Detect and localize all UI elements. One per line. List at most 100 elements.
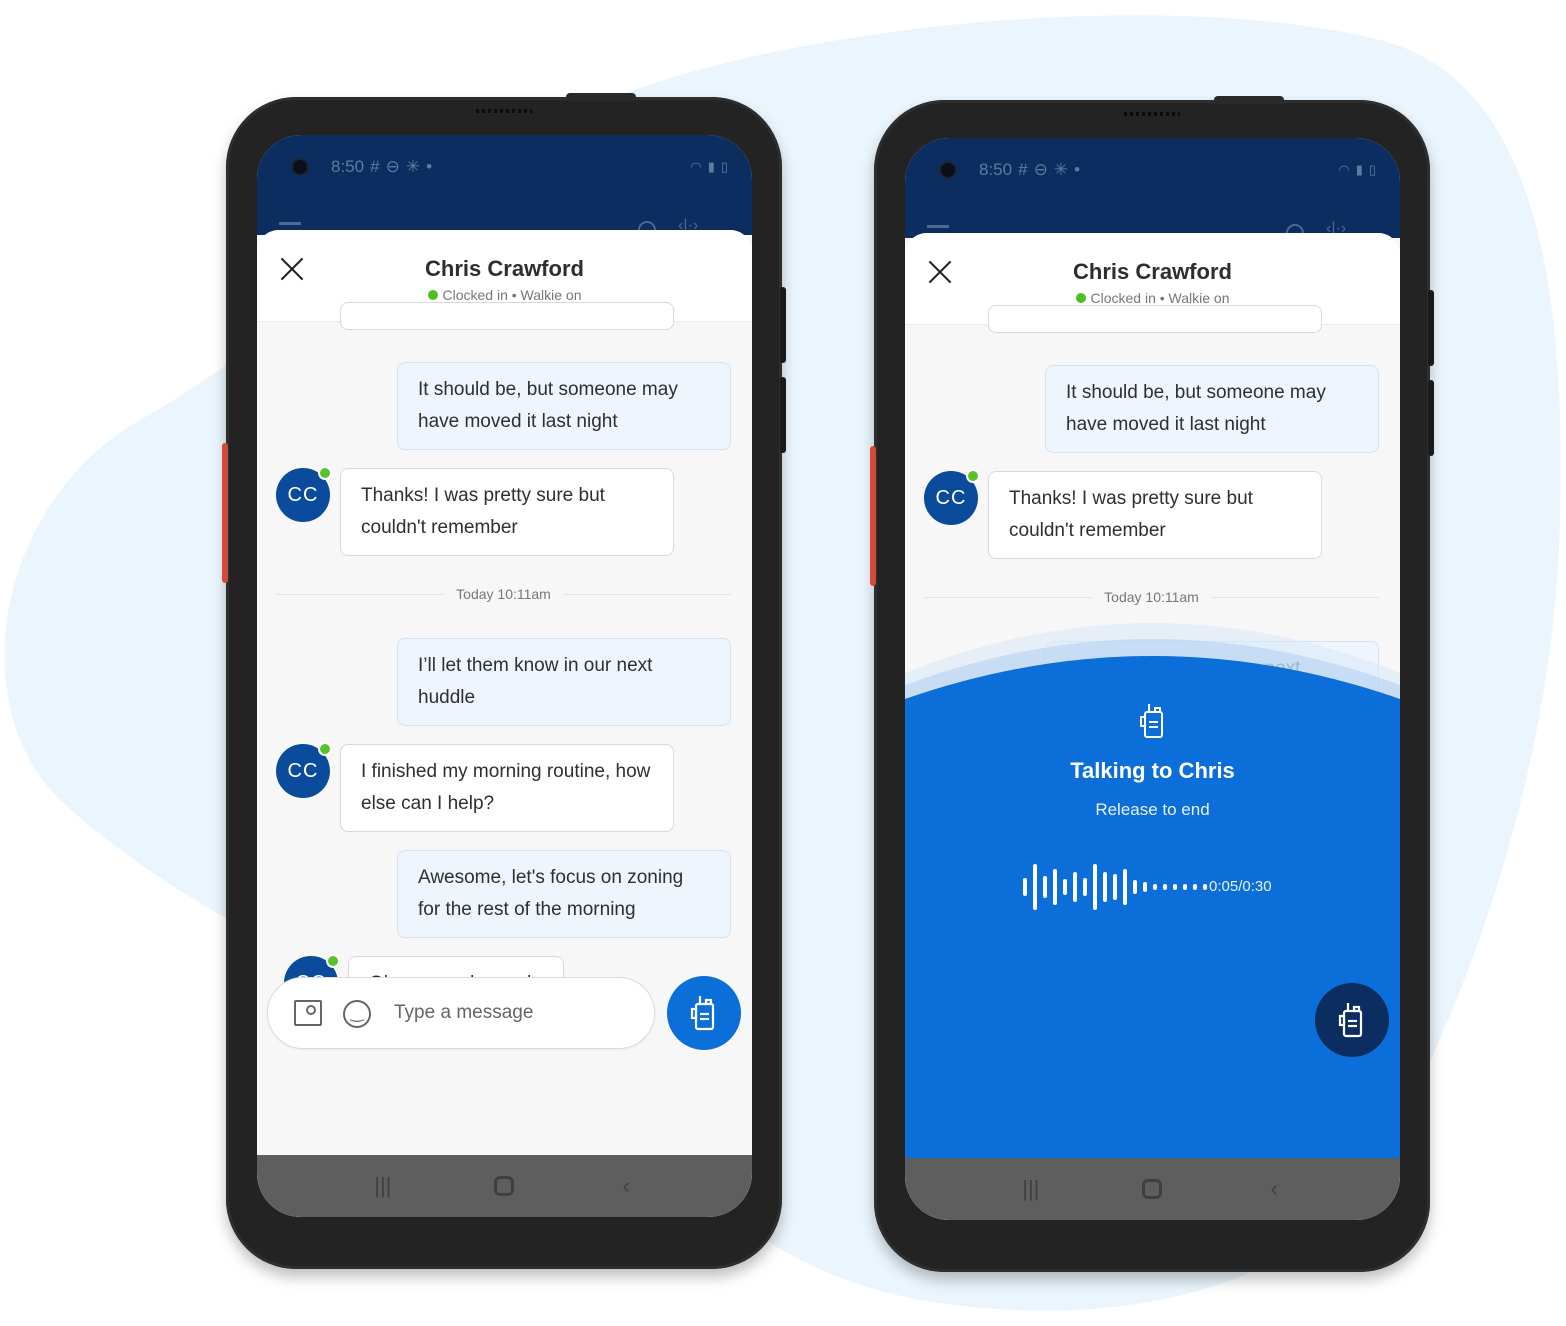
avatar[interactable]: CC xyxy=(924,469,980,525)
date-divider: Today 10:11am xyxy=(276,584,732,604)
message-input-placeholder[interactable]: Type a message xyxy=(394,1002,533,1024)
back-button[interactable]: ‹ xyxy=(1254,1176,1294,1202)
message-outgoing: I’ll let them know in our next huddle xyxy=(397,638,731,726)
message-incoming: Thanks! I was pretty sure but couldn't r… xyxy=(340,468,674,556)
screen: 8:50 # ⊖ ✳ • ◠ ▮ ▯ ‹|·› Chris Crawford C… xyxy=(905,138,1400,1220)
image-icon[interactable] xyxy=(294,1000,322,1026)
walkie-talkie-icon xyxy=(1140,704,1163,738)
front-camera xyxy=(939,161,957,179)
status-time: 8:50 xyxy=(979,160,1013,179)
contact-name: Chris Crawford xyxy=(1073,259,1232,284)
menu-icon xyxy=(927,225,949,228)
waveform-bar-played xyxy=(1143,882,1147,892)
divider-label: Today 10:11am xyxy=(1104,589,1199,605)
waveform-bar-played xyxy=(1133,880,1137,894)
avatar[interactable]: CC xyxy=(276,742,332,798)
contact-status-text: Clocked in • Walkie on xyxy=(1090,290,1230,306)
presence-dot xyxy=(326,954,340,968)
date-divider: Today 10:11am xyxy=(924,587,1380,607)
status-time: 8:50 xyxy=(331,157,365,176)
app-bar: ‹|·› xyxy=(905,198,1400,242)
waveform-bar-remaining xyxy=(1203,884,1207,890)
presence-dot xyxy=(318,466,332,480)
ptt-side-button xyxy=(870,446,876,586)
waveform-bar-played xyxy=(1063,879,1067,895)
message-bubble-partial xyxy=(340,302,674,330)
dot-icon: • xyxy=(426,157,433,176)
phone-chat: 8:50 # ⊖ ✳ • ◠ ▮ ▯ ‹|·› Chris Crawford C… xyxy=(222,93,786,1269)
waveform-bar-remaining xyxy=(1153,884,1157,890)
waveform-bar-remaining xyxy=(1173,884,1177,890)
menu-icon xyxy=(279,222,301,225)
earpiece-speaker xyxy=(1124,112,1180,116)
waveform-bar-played xyxy=(1083,878,1087,896)
dnd-icon: ⊖ xyxy=(385,157,400,176)
contact-status: Clocked in • Walkie on xyxy=(257,287,752,303)
screen: 8:50 # ⊖ ✳ • ◠ ▮ ▯ ‹|·› Chris Crawford C… xyxy=(257,135,752,1217)
presence-dot xyxy=(966,469,980,483)
battery-charging-icon: ▯ xyxy=(1368,162,1376,177)
walkie-talkie-icon xyxy=(1338,1003,1363,1038)
waveform-bar-played xyxy=(1043,876,1047,898)
ptt-timer: 0:05/0:30 xyxy=(1209,878,1272,895)
waveform-bar-played xyxy=(1123,869,1127,905)
recents-button[interactable]: ||| xyxy=(1011,1176,1051,1202)
waveform-bar-played xyxy=(1023,878,1027,896)
avatar[interactable]: CC xyxy=(276,466,332,522)
phone-push-to-talk: 8:50 # ⊖ ✳ • ◠ ▮ ▯ ‹|·› Chris Crawford C… xyxy=(870,96,1434,1272)
slack-icon: # xyxy=(1018,160,1028,179)
online-indicator xyxy=(1075,293,1086,303)
message-bubble-partial xyxy=(988,305,1322,333)
contact-status: Clocked in • Walkie on xyxy=(905,290,1400,306)
walmart-spark-icon: ✳ xyxy=(405,157,421,176)
online-indicator xyxy=(427,290,438,300)
ptt-title: Talking to Chris xyxy=(1070,758,1235,783)
waveform-bar-played xyxy=(1113,874,1117,900)
message-composer[interactable]: ‿ Type a message xyxy=(267,977,655,1049)
message-outgoing: It should be, but someone may have moved… xyxy=(1045,365,1379,453)
message-list[interactable]: It should be, but someone may have moved… xyxy=(257,302,752,1217)
earpiece-speaker xyxy=(476,109,532,113)
home-button[interactable] xyxy=(1142,1179,1163,1199)
message-incoming: Thanks! I was pretty sure but couldn't r… xyxy=(988,471,1322,559)
walkie-talkie-button[interactable] xyxy=(667,976,741,1050)
wifi-icon: ◠ xyxy=(1338,162,1350,177)
power-button xyxy=(1214,96,1284,104)
app-bar: ‹|·› xyxy=(257,195,752,239)
waveform-bar-played xyxy=(1073,872,1077,902)
volume-button xyxy=(780,287,786,363)
contact-status-text: Clocked in • Walkie on xyxy=(442,287,582,303)
waveform-bar-played xyxy=(1033,864,1037,910)
home-button[interactable] xyxy=(494,1176,515,1196)
walmart-spark-icon: ✳ xyxy=(1053,160,1069,179)
android-nav-bar: ||| ‹ xyxy=(257,1155,752,1217)
recents-button[interactable]: ||| xyxy=(363,1173,403,1199)
message-incoming: I finished my morning routine, how else … xyxy=(340,744,674,832)
sticker-icon[interactable]: ‿ xyxy=(343,1000,371,1028)
contact-name: Chris Crawford xyxy=(425,256,584,281)
android-nav-bar: ||| ‹ xyxy=(905,1158,1400,1220)
chat-sheet: Chris Crawford Clocked in • Walkie on It… xyxy=(257,230,752,1217)
dnd-icon: ⊖ xyxy=(1033,160,1048,179)
signal-icon: ▮ xyxy=(707,159,715,174)
back-button[interactable]: ‹ xyxy=(606,1173,646,1199)
push-to-talk-panel: Talking to Chris Release to end 0:05/0:3… xyxy=(905,613,1400,1158)
power-button xyxy=(566,93,636,101)
divider-label: Today 10:11am xyxy=(456,586,551,602)
front-camera xyxy=(291,158,309,176)
signal-icon: ▮ xyxy=(1355,162,1363,177)
dot-icon: • xyxy=(1074,160,1081,179)
presence-dot xyxy=(318,742,332,756)
waveform-bar-remaining xyxy=(1163,884,1167,890)
waveform-bar-played xyxy=(1093,864,1097,910)
waveform-bar-remaining xyxy=(1193,884,1197,890)
waveform-bar-played xyxy=(1053,869,1057,905)
ptt-side-button xyxy=(222,443,228,583)
ptt-body: Talking to Chris Release to end 0:05/0:3… xyxy=(905,704,1400,1158)
wifi-icon: ◠ xyxy=(690,159,702,174)
wave-edge xyxy=(905,623,1400,713)
walkie-talkie-button-active[interactable] xyxy=(1315,983,1389,1057)
audio-waveform xyxy=(1023,862,1207,912)
chat-sheet: Chris Crawford Clocked in • Walkie on It… xyxy=(905,233,1400,1220)
waveform-bar-remaining xyxy=(1183,884,1187,890)
